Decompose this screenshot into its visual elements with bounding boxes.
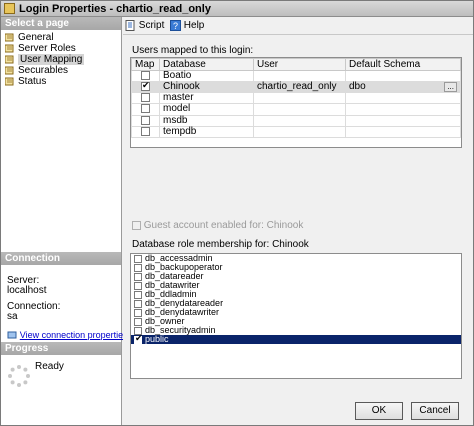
database-cell: Boatio [159, 69, 254, 83]
help-button[interactable]: ? Help [170, 19, 204, 33]
database-cell: msdb [159, 114, 254, 127]
page-status[interactable]: Status [1, 76, 121, 87]
main-panel: Script ▼ ? Help Users mapped to this log… [123, 17, 473, 397]
svg-text:?: ? [173, 21, 178, 31]
table-row[interactable]: msdb [131, 114, 461, 127]
role-membership-label: Database role membership for: Chinook [132, 239, 309, 250]
progress-section: Progress Ready [1, 342, 121, 395]
map-checkbox[interactable] [141, 126, 150, 136]
page-icon [5, 44, 14, 53]
toolbar: Script ▼ ? Help [123, 17, 473, 35]
role-checkbox[interactable] [134, 272, 142, 281]
server-value: localhost [7, 285, 47, 296]
role-checkbox[interactable] [134, 290, 142, 299]
progress-header: Progress [1, 342, 121, 355]
ok-button[interactable]: OK [355, 402, 403, 420]
role-checkbox[interactable] [134, 299, 142, 308]
schema-browse-button[interactable]: ... [444, 82, 457, 93]
role-checkbox[interactable] [134, 254, 142, 263]
help-icon: ? [170, 19, 181, 31]
progress-spinner-icon [8, 365, 30, 387]
login-properties-window: Login Properties - chartio_read_only Sel… [0, 0, 474, 426]
grid-header-row: Map Database User Default Schema [131, 58, 461, 71]
script-icon [125, 19, 135, 31]
schema-value: dbo [349, 81, 366, 93]
page-general[interactable]: General [1, 32, 121, 43]
table-row[interactable]: tempdb [131, 125, 461, 138]
schema-cell[interactable]: dbo ... [345, 81, 461, 94]
schema-cell[interactable] [345, 69, 461, 83]
cancel-button[interactable]: Cancel [411, 402, 459, 420]
page-icon [5, 55, 14, 64]
dialog-button-bar: OK Cancel [123, 397, 473, 425]
table-row[interactable]: master [131, 92, 461, 105]
map-checkbox[interactable] [141, 71, 150, 80]
database-cell: model [159, 103, 254, 116]
map-checkbox[interactable] [141, 80, 150, 92]
user-cell[interactable] [253, 125, 346, 138]
user-mapping-grid: Map Database User Default Schema Boatio [130, 57, 462, 148]
page-icon [5, 77, 14, 86]
connection-header: Connection [1, 252, 121, 265]
role-item[interactable]: db_securityadmin [131, 326, 461, 335]
role-checkbox[interactable] [134, 308, 142, 317]
role-membership-list: db_accessadmin db_backupoperator db_data… [130, 253, 462, 379]
user-cell[interactable]: chartio_read_only [253, 81, 346, 94]
connection-value: sa [7, 311, 18, 322]
table-row[interactable]: Chinook chartio_read_only dbo ... [131, 80, 461, 94]
page-user-mapping[interactable]: User Mapping [1, 54, 121, 65]
left-panel: Select a page General Server Roles User … [1, 17, 128, 425]
guest-account-label: Guest account enabled for: Chinook [143, 220, 304, 231]
database-cell: Chinook [159, 81, 254, 94]
guest-account-option: Guest account enabled for: Chinook [132, 220, 303, 231]
role-item[interactable]: public [131, 334, 461, 344]
window-app-icon [4, 3, 15, 14]
connection-label: Connection: [7, 301, 61, 312]
user-cell[interactable] [253, 114, 346, 127]
map-checkbox[interactable] [141, 104, 150, 114]
database-cell: tempdb [159, 125, 254, 138]
role-checkbox[interactable] [134, 281, 142, 290]
schema-cell[interactable] [345, 114, 461, 127]
title-bar[interactable]: Login Properties - chartio_read_only [1, 1, 473, 17]
column-header-database[interactable]: Database [159, 58, 254, 71]
column-header-default-schema[interactable]: Default Schema [345, 58, 461, 71]
page-icon [5, 33, 14, 42]
schema-cell[interactable] [345, 103, 461, 116]
role-checkbox[interactable] [134, 263, 142, 272]
guest-account-checkbox [132, 220, 141, 230]
table-row[interactable]: Boatio [131, 69, 461, 83]
map-checkbox[interactable] [141, 93, 150, 103]
progress-status: Ready [35, 361, 64, 372]
role-checkbox[interactable] [134, 317, 142, 326]
map-checkbox[interactable] [141, 115, 150, 125]
database-cell: master [159, 92, 254, 105]
page-securables[interactable]: Securables [1, 65, 121, 76]
users-mapped-label: Users mapped to this login: [132, 45, 254, 56]
connection-section: Connection Server: localhost Connection:… [1, 252, 128, 344]
column-header-user[interactable]: User [253, 58, 346, 71]
view-connection-properties-link[interactable]: View connection properties [20, 330, 128, 340]
window-title: Login Properties - chartio_read_only [19, 3, 211, 15]
user-cell[interactable] [253, 103, 346, 116]
connection-properties-icon [7, 331, 17, 339]
user-cell[interactable] [253, 92, 346, 105]
schema-cell[interactable] [345, 92, 461, 105]
column-header-map[interactable]: Map [131, 58, 160, 71]
user-cell[interactable] [253, 69, 346, 83]
table-row[interactable]: model [131, 103, 461, 116]
role-checkbox[interactable] [134, 334, 143, 344]
page-icon [5, 66, 14, 75]
schema-cell[interactable] [345, 125, 461, 138]
page-server-roles[interactable]: Server Roles [1, 43, 121, 54]
select-page-header: Select a page [1, 17, 121, 30]
